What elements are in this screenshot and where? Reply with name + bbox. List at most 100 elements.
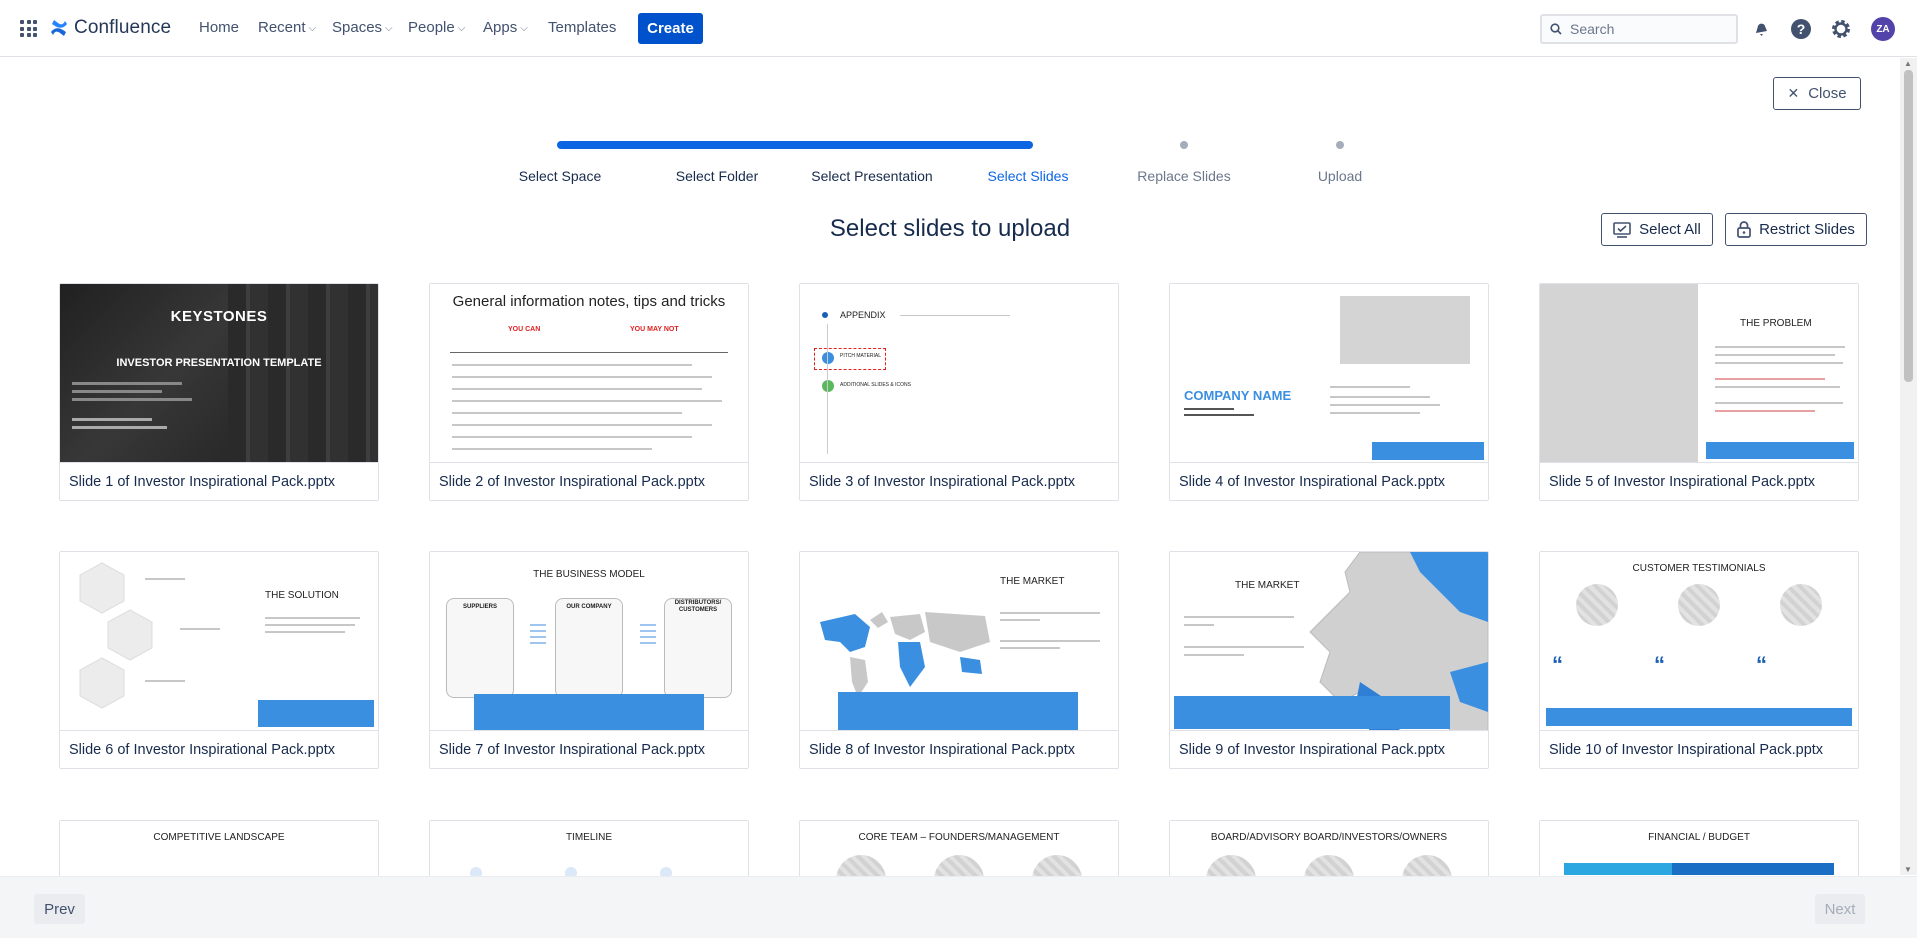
notifications-icon[interactable] <box>1749 17 1773 41</box>
slide-thumbnail-15: FINANCIAL / BUDGET <box>1540 821 1858 880</box>
slide-card-3[interactable]: APPENDIX PITCH MATERIAL ADDITIONAL SLIDE… <box>799 283 1119 501</box>
nav-templates[interactable]: Templates <box>548 19 616 36</box>
prev-button[interactable]: Prev <box>34 894 85 924</box>
step-select-folder[interactable]: Select Folder <box>676 168 758 184</box>
nav-recent[interactable]: Recent ⌵ <box>258 19 316 36</box>
slide-card-15[interactable]: FINANCIAL / BUDGET <box>1539 820 1859 880</box>
scroll-up-arrow-icon[interactable]: ▲ <box>1904 59 1912 68</box>
slide-4-text-line <box>1184 414 1254 416</box>
settings-icon[interactable] <box>1829 17 1853 41</box>
slide-5-image-placeholder <box>1540 284 1698 462</box>
slide-6-title: THE SOLUTION <box>265 590 339 601</box>
slide-13-title: CORE TEAM – FOUNDERS/MANAGEMENT <box>858 832 1060 843</box>
step-dot-replace-slides <box>1180 141 1188 149</box>
slide-4-text-line <box>1330 386 1410 388</box>
slide-9-title: THE MARKET <box>1235 580 1300 591</box>
select-all-button[interactable]: Select All <box>1601 213 1713 246</box>
slide-card-8[interactable]: THE MARKET Slide 8 of Investor Inspirati… <box>799 551 1119 769</box>
slide-card-9[interactable]: THE MARKET Slide 9 of Investor Inspirati… <box>1169 551 1489 769</box>
step-select-slides[interactable]: Select Slides <box>988 168 1069 184</box>
slide-6-hexagons <box>79 562 153 709</box>
slide-card-6[interactable]: THE SOLUTION Slide 6 of Investor Inspira… <box>59 551 379 769</box>
slide-7-column-label: DISTRIBUTORS/ CUSTOMERS <box>674 600 722 613</box>
slide-thumbnail-10: CUSTOMER TESTIMONIALS “ “ “ <box>1540 552 1858 731</box>
slide-card-10[interactable]: CUSTOMER TESTIMONIALS “ “ “ Slide 10 of … <box>1539 551 1859 769</box>
slide-1-text-line <box>72 426 167 429</box>
confluence-logo[interactable]: Confluence <box>50 17 171 39</box>
help-icon[interactable]: ? <box>1789 17 1813 41</box>
app-name: Confluence <box>74 17 172 38</box>
nav-home[interactable]: Home <box>199 19 239 36</box>
chevron-down-icon: ⌵ <box>520 23 528 34</box>
slide-4-image-placeholder <box>1340 296 1470 364</box>
slide-2-text-line <box>452 436 692 438</box>
avatar[interactable]: ZA <box>1871 17 1895 41</box>
slide-thumbnail-13: CORE TEAM – FOUNDERS/MANAGEMENT <box>800 821 1118 880</box>
slide-1-text-line <box>72 418 152 421</box>
slide-7-title: THE BUSINESS MODEL <box>533 569 645 580</box>
slide-8-title: THE MARKET <box>1000 576 1065 587</box>
step-select-space[interactable]: Select Space <box>519 168 602 184</box>
close-label: Close <box>1808 85 1847 102</box>
slide-5-commentary-box <box>1706 442 1854 459</box>
slide-2-text-line <box>452 412 682 414</box>
slide-card-14[interactable]: BOARD/ADVISORY BOARD/INVESTORS/OWNERS <box>1169 820 1489 880</box>
scrollbar-thumb[interactable] <box>1904 70 1913 382</box>
slide-2-divider <box>450 352 728 353</box>
page-scrollbar[interactable]: ▲ ▼ <box>1900 58 1917 875</box>
step-select-presentation[interactable]: Select Presentation <box>811 168 932 184</box>
slide-2-text-line <box>452 388 702 390</box>
scroll-down-arrow-icon[interactable]: ▼ <box>1904 865 1912 874</box>
slide-15-table-header <box>1564 863 1834 875</box>
next-button[interactable]: Next <box>1815 894 1865 924</box>
slide-6-feature-line <box>145 578 185 580</box>
slide-3-bullet <box>822 312 828 318</box>
slide-5-text-line <box>1715 402 1843 404</box>
slide-caption-9: Slide 9 of Investor Inspirational Pack.p… <box>1179 742 1445 758</box>
slide-thumbnail-3: APPENDIX PITCH MATERIAL ADDITIONAL SLIDE… <box>800 284 1118 463</box>
slide-thumbnail-9: THE MARKET <box>1170 552 1488 731</box>
slide-card-4[interactable]: COMPANY NAME Slide 4 of Investor Inspira… <box>1169 283 1489 501</box>
slide-5-text-line <box>1715 346 1845 348</box>
slide-5-text-line <box>1715 378 1825 380</box>
quote-icon: “ <box>1552 652 1563 677</box>
slide-9-text-line <box>1184 646 1304 648</box>
slide-card-1[interactable]: KEYSTONES INVESTOR PRESENTATION TEMPLATE… <box>59 283 379 501</box>
slide-3-timeline-line <box>827 324 828 454</box>
restrict-slides-button[interactable]: Restrict Slides <box>1725 213 1867 246</box>
slide-3-rule <box>900 315 1010 316</box>
app-switcher-icon[interactable] <box>20 20 37 37</box>
nav-people[interactable]: People ⌵ <box>408 19 465 36</box>
svg-text:?: ? <box>1797 21 1806 37</box>
nav-apps[interactable]: Apps ⌵ <box>483 19 528 36</box>
slide-5-text-line <box>1715 362 1843 364</box>
search-box[interactable] <box>1540 14 1738 44</box>
create-button[interactable]: Create <box>638 13 703 44</box>
slide-thumbnail-5: THE PROBLEM <box>1540 284 1858 463</box>
slide-2-col-left: YOU CAN <box>508 326 541 333</box>
nav-spaces[interactable]: Spaces ⌵ <box>332 19 393 36</box>
slide-card-5[interactable]: THE PROBLEM Slide 5 of Investor Inspirat… <box>1539 283 1859 501</box>
nav-people-label: People <box>408 19 455 36</box>
slide-6-text-line <box>265 624 355 626</box>
slide-1-text-line <box>72 382 182 385</box>
slide-2-text-line <box>452 376 712 378</box>
slide-card-12[interactable]: TIMELINE <box>429 820 749 880</box>
slide-3-icon <box>822 352 834 364</box>
slide-4-text-line <box>1184 408 1234 410</box>
search-input[interactable] <box>1570 21 1730 37</box>
slide-card-2[interactable]: General information notes, tips and tric… <box>429 283 749 501</box>
slide-10-commentary-box <box>1546 708 1852 726</box>
slide-card-13[interactable]: CORE TEAM – FOUNDERS/MANAGEMENT <box>799 820 1119 880</box>
slide-1-subtitle: INVESTOR PRESENTATION TEMPLATE <box>116 357 322 369</box>
slide-card-7[interactable]: THE BUSINESS MODEL SUPPLIERS OUR COMPANY… <box>429 551 749 769</box>
slide-thumbnail-14: BOARD/ADVISORY BOARD/INVESTORS/OWNERS <box>1170 821 1488 880</box>
slide-thumbnail-6: THE SOLUTION <box>60 552 378 731</box>
slide-7-column-box <box>446 598 514 698</box>
slide-card-11[interactable]: COMPETITIVE LANDSCAPE <box>59 820 379 880</box>
chevron-down-icon: ⌵ <box>457 23 466 34</box>
quote-icon: “ <box>1756 652 1767 677</box>
slide-6-commentary-box <box>258 700 374 727</box>
slide-thumbnail-7: THE BUSINESS MODEL SUPPLIERS OUR COMPANY… <box>430 552 748 731</box>
close-button[interactable]: ✕ Close <box>1773 77 1861 110</box>
